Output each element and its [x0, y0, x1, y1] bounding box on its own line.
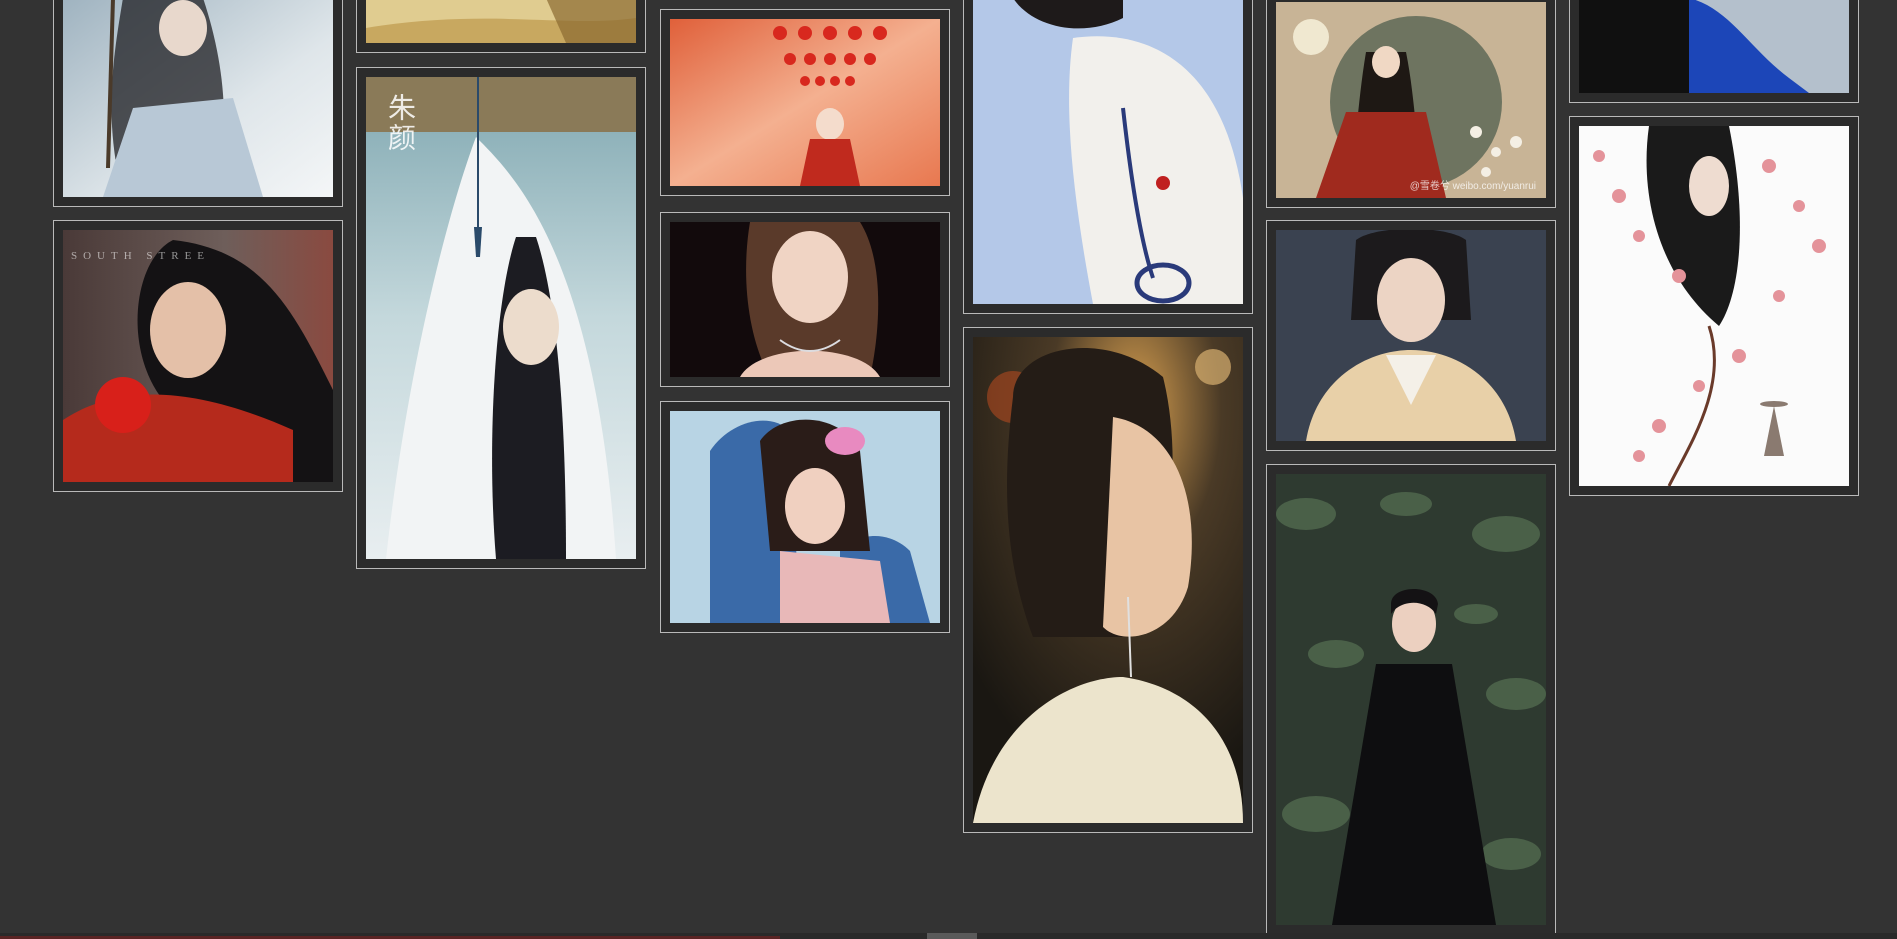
gallery-card[interactable] — [1569, 116, 1859, 496]
gallery-card[interactable] — [963, 327, 1253, 833]
gallery-card[interactable]: @雪卷兮 weibo.com/yuanrui — [1266, 0, 1556, 208]
gallery-card[interactable] — [356, 0, 646, 53]
gallery-image[interactable] — [973, 0, 1243, 304]
horizontal-scrollbar[interactable] — [0, 933, 1897, 939]
gallery-image[interactable]: @雪卷兮 weibo.com/yuanrui — [1276, 2, 1546, 198]
image-watermark: @雪卷兮 weibo.com/yuanrui — [1409, 181, 1536, 192]
gallery-card[interactable]: SOUTH STREE — [53, 220, 343, 492]
gallery-image[interactable]: SOUTH STREE — [63, 230, 333, 482]
scrollbar-thumb[interactable] — [927, 933, 977, 939]
gallery-card[interactable] — [660, 401, 950, 633]
gallery-image[interactable] — [670, 411, 940, 623]
gallery-card[interactable] — [1266, 464, 1556, 935]
gallery-image[interactable] — [670, 19, 940, 186]
gallery-card[interactable] — [1569, 0, 1859, 103]
gallery-card[interactable] — [660, 212, 950, 387]
image-caption: 朱颜 — [384, 93, 417, 153]
gallery-card[interactable] — [660, 9, 950, 196]
gallery-card[interactable]: 朱颜 — [356, 67, 646, 569]
gallery-image[interactable] — [973, 337, 1243, 823]
masonry-gallery: SOUTH STREE 朱颜 @雪卷兮 weibo.com/yuanrui — [0, 0, 1897, 939]
gallery-card[interactable] — [1266, 220, 1556, 451]
gallery-image[interactable] — [1579, 126, 1849, 486]
gallery-image[interactable] — [1276, 230, 1546, 441]
gallery-image[interactable]: 朱颜 — [366, 77, 636, 559]
gallery-image[interactable] — [1276, 474, 1546, 925]
gallery-image[interactable] — [1579, 0, 1849, 93]
gallery-image[interactable] — [366, 0, 636, 43]
gallery-card[interactable] — [963, 0, 1253, 314]
gallery-image[interactable] — [670, 222, 940, 377]
gallery-image[interactable] — [63, 0, 333, 197]
image-watermark: SOUTH STREE — [71, 250, 211, 262]
gallery-card[interactable] — [53, 0, 343, 207]
